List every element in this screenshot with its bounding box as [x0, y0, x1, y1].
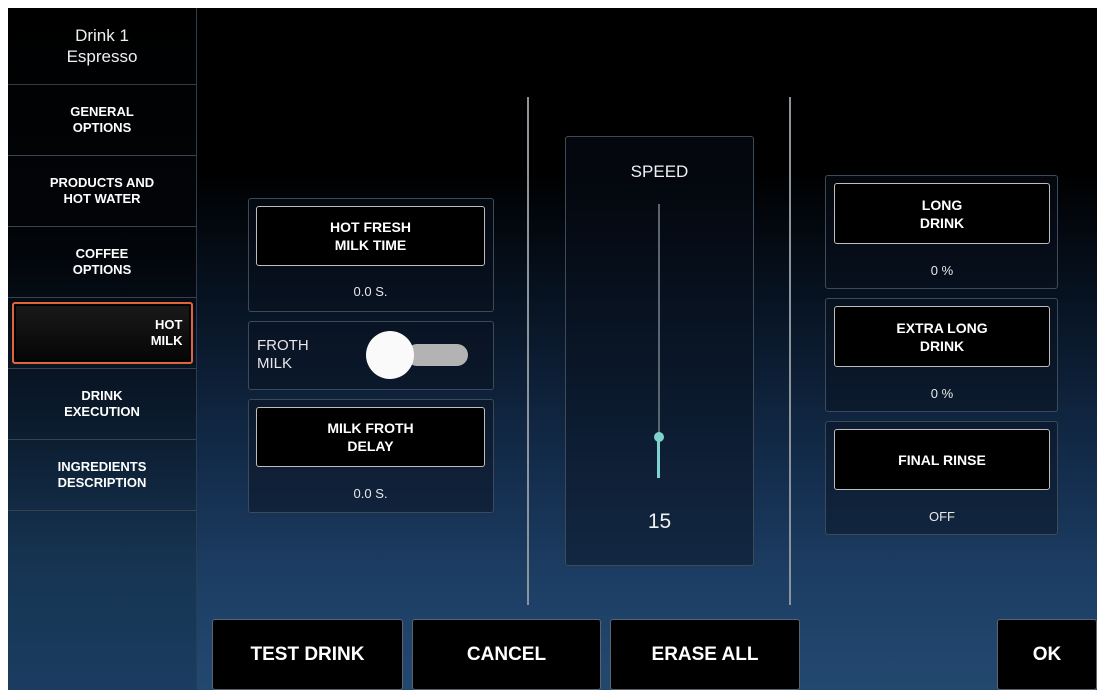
sidebar-item-label: OPTIONS	[72, 120, 132, 135]
button-label: LONG	[921, 196, 963, 213]
sidebar-item-label: DRINK	[81, 388, 123, 403]
sidebar-item-label: HOT	[155, 317, 183, 332]
button-label: DRINK	[919, 214, 965, 231]
speed-label: SPEED	[630, 162, 689, 181]
sidebar-item-label: DESCRIPTION	[57, 475, 147, 490]
sidebar-item-label: EXECUTION	[64, 404, 140, 419]
button-label: EXTRA LONG	[896, 319, 988, 336]
button-label: MILK FROTH	[327, 420, 414, 436]
speed-slider[interactable]	[644, 198, 674, 488]
final-rinse-button[interactable]: FINAL RINSE	[834, 429, 1050, 490]
drink-settings-screen: Drink 1 Espresso GENERAL OPTIONS PRODUCT…	[8, 8, 1097, 690]
milk-froth-delay-button[interactable]: MILK FROTH DELAY	[256, 407, 485, 467]
extra-long-drink-button[interactable]: EXTRA LONG DRINK	[834, 306, 1050, 367]
button-label: MILK TIME	[334, 237, 407, 253]
hot-fresh-milk-time-value: 0.0 S.	[353, 284, 388, 299]
sidebar-item-drink-execution[interactable]: DRINK EXECUTION	[8, 369, 196, 440]
milk-froth-delay-value: 0.0 S.	[353, 486, 388, 501]
sidebar-item-label: PRODUCTS AND	[49, 175, 155, 190]
ok-button[interactable]: OK	[997, 619, 1097, 690]
extra-long-drink-value: 0 %	[930, 386, 954, 401]
sidebar-item-label: HOT WATER	[63, 191, 141, 206]
sidebar-item-hot-milk-wrapper: HOT MILK	[8, 298, 196, 369]
sidebar-item-products-hot-water[interactable]: PRODUCTS AND HOT WATER	[8, 156, 196, 227]
sidebar-item-label: OPTIONS	[72, 262, 132, 277]
sidebar-item-label: COFFEE	[75, 246, 129, 261]
separator-left	[527, 97, 529, 605]
long-drink-value: 0 %	[930, 263, 954, 278]
sidebar: Drink 1 Espresso GENERAL OPTIONS PRODUCT…	[8, 8, 197, 690]
froth-milk-toggle[interactable]	[364, 330, 478, 380]
test-drink-button[interactable]: TEST DRINK	[212, 619, 403, 690]
drink-number: Drink 1	[75, 26, 129, 45]
toggle-track	[406, 344, 468, 366]
froth-milk-label: FROTH MILK	[257, 337, 309, 372]
sidebar-item-general-options[interactable]: GENERAL OPTIONS	[8, 85, 196, 156]
speed-value: 15	[647, 510, 672, 533]
separator-right	[789, 97, 791, 605]
slider-fill	[657, 437, 660, 478]
sidebar-item-label: INGREDIENTS	[57, 459, 147, 474]
drink-name: Espresso	[66, 47, 138, 66]
sidebar-item-label: GENERAL	[70, 104, 134, 119]
final-rinse-value: OFF	[929, 509, 955, 524]
cancel-button[interactable]: CANCEL	[412, 619, 601, 690]
sidebar-item-hot-milk[interactable]: HOT MILK	[11, 302, 193, 364]
slider-thumb[interactable]	[654, 432, 664, 442]
long-drink-button[interactable]: LONG DRINK	[834, 183, 1050, 244]
button-label: DRINK	[919, 337, 965, 354]
drink-title: Drink 1 Espresso	[8, 8, 196, 85]
erase-all-button[interactable]: ERASE ALL	[610, 619, 800, 690]
sidebar-item-label: MILK	[150, 333, 183, 348]
sidebar-item-ingredients-description[interactable]: INGREDIENTS DESCRIPTION	[8, 440, 196, 511]
button-label: DELAY	[347, 438, 394, 454]
button-label: HOT FRESH	[330, 219, 411, 235]
button-label: FINAL RINSE	[898, 451, 986, 468]
hot-fresh-milk-time-button[interactable]: HOT FRESH MILK TIME	[256, 206, 485, 266]
toggle-knob	[366, 331, 414, 379]
sidebar-item-coffee-options[interactable]: COFFEE OPTIONS	[8, 227, 196, 298]
